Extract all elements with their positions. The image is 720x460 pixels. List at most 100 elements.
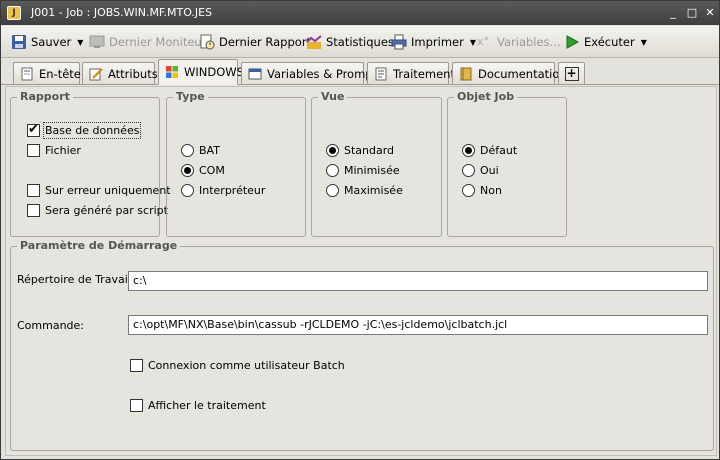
job-object-group: Objet Job Défaut Oui Non bbox=[447, 90, 567, 237]
save-button[interactable]: Sauver ▼ bbox=[11, 32, 83, 52]
checkbox-icon bbox=[27, 144, 40, 157]
tab-documentation-label: Documentation bbox=[478, 66, 567, 81]
script-icon bbox=[374, 67, 388, 81]
last-monitor-label: Dernier Moniteur bbox=[109, 35, 207, 49]
type-group: Type BAT COM Interpréteur bbox=[166, 90, 306, 237]
on-error-checkbox[interactable]: Sur erreur uniquement bbox=[27, 184, 171, 197]
document-icon bbox=[20, 67, 34, 81]
tab-attributes[interactable]: Attributs bbox=[82, 62, 158, 84]
job-object-default-radio[interactable]: Défaut bbox=[462, 144, 517, 157]
execute-button[interactable]: Exécuter ▼ bbox=[564, 32, 647, 52]
checkbox-icon bbox=[27, 184, 40, 197]
tab-variables-prompts-label: Variables & Prompts bbox=[267, 66, 384, 81]
windows-tab-panel: Rapport Base de données Fichier Sur erre… bbox=[5, 86, 717, 456]
show-processing-label: Afficher le traitement bbox=[148, 399, 266, 412]
chart-icon bbox=[306, 34, 322, 50]
tab-header-label: En-tête bbox=[39, 66, 81, 81]
by-script-label: Sera généré par script bbox=[45, 204, 168, 217]
startup-legend: Paramètre de Démarrage bbox=[17, 239, 181, 252]
batch-user-checkbox[interactable]: Connexion comme utilisateur Batch bbox=[130, 359, 345, 372]
chevron-down-icon[interactable]: ▼ bbox=[641, 38, 647, 47]
add-tab-button[interactable]: + bbox=[558, 62, 585, 84]
close-button[interactable]: ✕ bbox=[702, 5, 718, 20]
show-processing-checkbox[interactable]: Afficher le traitement bbox=[130, 399, 266, 412]
last-monitor-button[interactable]: Dernier Moniteur bbox=[89, 32, 206, 52]
print-label: Imprimer bbox=[411, 35, 464, 49]
tab-variables-prompts[interactable]: Variables & Prompts bbox=[241, 62, 383, 84]
variables-button[interactable]: x° Variables... bbox=[477, 32, 561, 52]
type-interpreter-label: Interpréteur bbox=[199, 184, 266, 197]
title-bar[interactable]: J J001 - Job : JOBS.WIN.MF.MTO.JES _ □ ✕ bbox=[1, 1, 719, 25]
plus-icon: + bbox=[564, 65, 579, 81]
vue-standard-radio[interactable]: Standard bbox=[326, 144, 394, 157]
tab-attributes-label: Attributs bbox=[108, 66, 158, 81]
print-button[interactable]: Imprimer ▼ bbox=[391, 32, 476, 52]
job-object-yes-radio[interactable]: Oui bbox=[462, 164, 499, 177]
type-com-label: COM bbox=[199, 164, 225, 177]
tab-processing[interactable]: Traitement bbox=[367, 62, 455, 84]
tab-documentation[interactable]: Documentation bbox=[452, 62, 567, 84]
file-checkbox[interactable]: Fichier bbox=[27, 144, 81, 157]
radio-selected-icon bbox=[326, 144, 339, 157]
execute-label: Exécuter bbox=[584, 35, 635, 49]
type-interpreter-radio[interactable]: Interpréteur bbox=[181, 184, 265, 197]
minimize-button[interactable]: _ bbox=[665, 5, 681, 20]
job-window: J J001 - Job : JOBS.WIN.MF.MTO.JES _ □ ✕… bbox=[0, 0, 720, 460]
vue-standard-label: Standard bbox=[344, 144, 395, 157]
by-script-checkbox[interactable]: Sera généré par script bbox=[27, 204, 168, 217]
statistics-label: Statistiques bbox=[326, 35, 394, 49]
rapport-group: Rapport Base de données Fichier Sur erre… bbox=[10, 90, 171, 237]
report-clock-icon bbox=[199, 34, 215, 50]
checkbox-icon bbox=[130, 359, 143, 372]
job-object-default-label: Défaut bbox=[480, 144, 518, 157]
variables-label: Variables... bbox=[497, 35, 561, 49]
last-report-button[interactable]: Dernier Rapport bbox=[199, 32, 311, 52]
vue-group: Vue Standard Minimisée Maximisée bbox=[311, 90, 442, 237]
vue-maximized-label: Maximisée bbox=[344, 184, 403, 197]
workdir-input[interactable]: c:\ bbox=[128, 271, 708, 291]
floppy-disk-icon bbox=[11, 34, 27, 50]
vue-legend: Vue bbox=[318, 90, 348, 103]
type-bat-radio[interactable]: BAT bbox=[181, 144, 220, 157]
play-icon bbox=[564, 34, 580, 50]
toolbar: Sauver ▼ Dernier Moniteur Dernier Rappor… bbox=[1, 26, 719, 58]
job-object-no-radio[interactable]: Non bbox=[462, 184, 502, 197]
radio-icon bbox=[462, 164, 475, 177]
windows-logo-icon bbox=[165, 65, 179, 79]
printer-icon bbox=[391, 34, 407, 50]
job-icon: J bbox=[7, 6, 21, 20]
radio-selected-icon bbox=[181, 164, 194, 177]
type-com-radio[interactable]: COM bbox=[181, 164, 225, 177]
tab-header[interactable]: En-tête bbox=[13, 62, 81, 84]
database-checkbox[interactable]: Base de données bbox=[27, 122, 142, 139]
radio-icon bbox=[326, 184, 339, 197]
checkbox-icon bbox=[130, 399, 143, 412]
vue-maximized-radio[interactable]: Maximisée bbox=[326, 184, 403, 197]
tab-windows-label: WINDOWS bbox=[184, 65, 244, 79]
radio-icon bbox=[326, 164, 339, 177]
window-title: J001 - Job : JOBS.WIN.MF.MTO.JES bbox=[31, 6, 213, 19]
job-object-no-label: Non bbox=[480, 184, 502, 197]
maximize-button[interactable]: □ bbox=[684, 5, 700, 20]
command-input[interactable]: c:\opt\MF\NX\Base\bin\cassub -rJCLDEMO -… bbox=[128, 315, 708, 335]
chevron-down-icon[interactable]: ▼ bbox=[470, 38, 476, 47]
database-label: Base de données bbox=[42, 122, 142, 139]
type-legend: Type bbox=[173, 90, 208, 103]
radio-selected-icon bbox=[462, 144, 475, 157]
vue-minimized-radio[interactable]: Minimisée bbox=[326, 164, 400, 177]
tab-windows[interactable]: WINDOWS bbox=[158, 59, 244, 85]
command-label: Commande: bbox=[17, 319, 85, 332]
tab-strip: En-tête Attributs WINDOWS Variables & Pr… bbox=[1, 59, 719, 85]
radio-icon bbox=[181, 144, 194, 157]
tab-processing-label: Traitement bbox=[393, 66, 455, 81]
workdir-label: Répertoire de Travail: bbox=[17, 273, 135, 286]
file-label: Fichier bbox=[45, 144, 81, 157]
job-object-yes-label: Oui bbox=[480, 164, 499, 177]
chevron-down-icon[interactable]: ▼ bbox=[77, 38, 83, 47]
type-bat-label: BAT bbox=[199, 144, 220, 157]
startup-parameters-group: Paramètre de Démarrage Répertoire de Tra… bbox=[10, 239, 714, 451]
checkbox-checked-icon bbox=[27, 122, 40, 137]
job-object-legend: Objet Job bbox=[454, 90, 518, 103]
radio-icon bbox=[181, 184, 194, 197]
statistics-button[interactable]: Statistiques bbox=[306, 32, 394, 52]
